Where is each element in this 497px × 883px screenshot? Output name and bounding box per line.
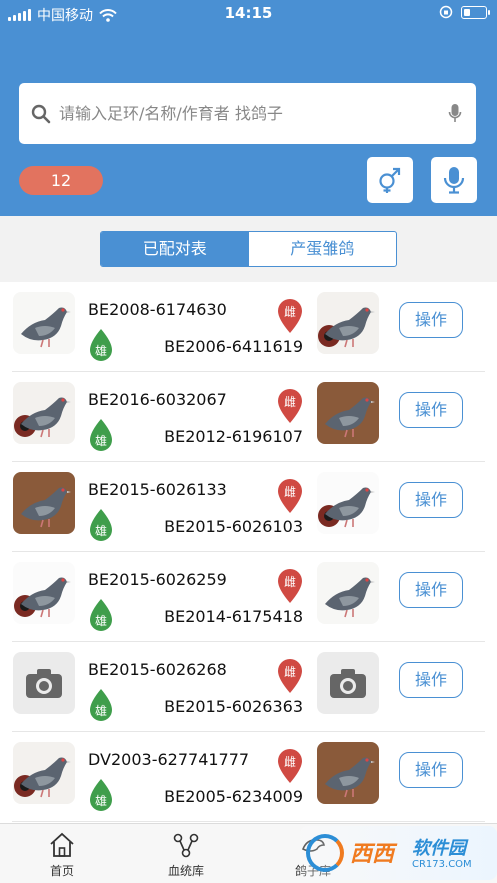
female-ring-number: BE2012-6196107 (164, 427, 303, 446)
gender-icon (379, 167, 401, 193)
microphone-icon (443, 167, 465, 194)
male-badge: 雄 (88, 688, 114, 722)
segment-control: 已配对表 产蛋雏鸽 (100, 231, 397, 267)
female-badge: 雌 (276, 568, 304, 604)
tab-eggs-chicks[interactable]: 产蛋雏鸽 (249, 232, 397, 266)
female-badge: 雌 (276, 388, 304, 424)
male-badge: 雄 (88, 508, 114, 542)
female-badge-label: 雌 (284, 574, 296, 589)
male-photo-placeholder[interactable] (13, 652, 75, 714)
female-badge-label: 雌 (284, 394, 296, 409)
pair-row[interactable]: BE2008-6174630 雄 雌 BE2006-6411619 操作 (0, 282, 497, 372)
male-badge-label: 雄 (95, 613, 107, 628)
watermark-ring-icon (306, 834, 344, 872)
gender-filter-button[interactable] (367, 157, 413, 203)
action-button[interactable]: 操作 (399, 392, 463, 428)
male-ring-number: BE2008-6174630 (88, 300, 227, 319)
male-badge: 雄 (88, 418, 114, 452)
male-ring-number: BE2015-6026133 (88, 480, 227, 499)
male-pigeon-photo[interactable] (13, 742, 75, 804)
search-bar[interactable] (19, 83, 476, 144)
action-button[interactable]: 操作 (399, 572, 463, 608)
male-badge-label: 雄 (95, 793, 107, 808)
home-icon (50, 832, 74, 857)
female-ring-number: BE2015-6026103 (164, 517, 303, 536)
clock: 14:15 (224, 4, 273, 22)
male-badge-label: 雄 (95, 703, 107, 718)
voice-search-button[interactable] (431, 157, 477, 203)
battery-icon (461, 5, 490, 19)
female-photo-placeholder[interactable] (317, 652, 379, 714)
header-area: 中国移动 14:15 12 (0, 0, 497, 216)
female-badge: 雌 (276, 298, 304, 334)
tab-paired-list[interactable]: 已配对表 (101, 232, 249, 266)
male-badge: 雄 (88, 328, 114, 362)
status-bar: 中国移动 14:15 (0, 0, 497, 28)
count-badge[interactable]: 12 (19, 166, 103, 195)
action-button[interactable]: 操作 (399, 302, 463, 338)
male-badge-label: 雄 (95, 433, 107, 448)
watermark-logo: 西西 软件园 CR173.COM (300, 826, 497, 880)
search-input[interactable] (59, 104, 419, 123)
female-ring-number: BE2006-6411619 (164, 337, 303, 356)
camera-icon (26, 669, 62, 698)
watermark-site: 软件园 (412, 838, 466, 859)
male-badge: 雄 (88, 778, 114, 812)
tab-pedigree-label: 血统库 (167, 864, 204, 878)
male-pigeon-photo[interactable] (13, 472, 75, 534)
watermark-url: CR173.COM (412, 859, 472, 870)
female-pigeon-photo[interactable] (317, 382, 379, 444)
rotation-lock-icon (439, 5, 453, 19)
row-divider (12, 821, 485, 822)
male-ring-number: DV2003-627741777 (88, 750, 250, 769)
action-button[interactable]: 操作 (399, 482, 463, 518)
male-pigeon-photo[interactable] (13, 562, 75, 624)
female-badge-label: 雌 (284, 484, 296, 499)
male-pigeon-photo[interactable] (13, 292, 75, 354)
female-badge-label: 雌 (284, 664, 296, 679)
pedigree-icon (173, 833, 199, 858)
female-pigeon-photo[interactable] (317, 742, 379, 804)
camera-icon (330, 669, 366, 698)
pair-list: BE2008-6174630 雄雌 BE2006-6411619 操作 BE2016-6… (0, 282, 497, 823)
female-badge: 雌 (276, 748, 304, 784)
tab-pedigree[interactable]: 血统库 (126, 824, 246, 883)
male-ring-number: BE2015-6026259 (88, 570, 227, 589)
pair-row[interactable]: DV2003-627741777 雄 雌 BE2005-6234009 操作 (0, 732, 497, 822)
female-badge-label: 雌 (284, 304, 296, 319)
pair-row[interactable]: BE2015-6026259 雄 雌 BE2014-6175418 操作 (0, 552, 497, 642)
male-pigeon-photo[interactable] (13, 382, 75, 444)
female-badge: 雌 (276, 478, 304, 514)
male-ring-number: BE2016-6032067 (88, 390, 227, 409)
watermark-brand: 西西 (350, 842, 395, 867)
tab-home[interactable]: 首页 (2, 824, 122, 883)
female-pigeon-photo[interactable] (317, 292, 379, 354)
female-badge-label: 雌 (284, 754, 296, 769)
microphone-icon[interactable] (448, 103, 462, 123)
search-icon (31, 104, 51, 123)
male-badge: 雄 (88, 598, 114, 632)
male-ring-number: BE2015-6026268 (88, 660, 227, 679)
female-ring-number: BE2014-6175418 (164, 607, 303, 626)
tab-home-label: 首页 (49, 864, 74, 878)
pair-row[interactable]: BE2015-6026268 雄 雌 BE2015-6026363 操作 (0, 642, 497, 732)
female-badge: 雌 (276, 658, 304, 694)
male-badge-label: 雄 (95, 343, 107, 358)
female-ring-number: BE2015-6026363 (164, 697, 303, 716)
female-pigeon-photo[interactable] (317, 472, 379, 534)
male-badge-label: 雄 (95, 523, 107, 538)
action-button[interactable]: 操作 (399, 752, 463, 788)
pair-row[interactable]: BE2016-6032067 雄 雌 BE2012-6196107 操作 (0, 372, 497, 462)
action-button[interactable]: 操作 (399, 662, 463, 698)
female-ring-number: BE2005-6234009 (164, 787, 303, 806)
female-pigeon-photo[interactable] (317, 562, 379, 624)
pair-row[interactable]: BE2015-6026133 雄 雌 BE2015-6026103 操作 (0, 462, 497, 552)
